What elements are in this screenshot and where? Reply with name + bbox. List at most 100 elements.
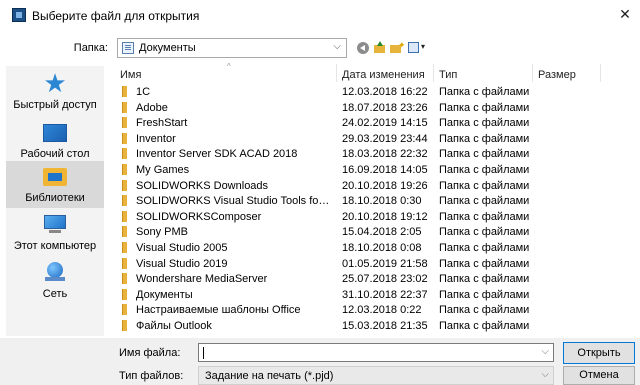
file-type: Папка с файлами (439, 179, 530, 192)
close-button[interactable]: ✕ (610, 0, 640, 30)
new-folder-icon[interactable]: ✦ (390, 40, 406, 54)
list-item[interactable]: Документы 31.10.2018 22:37 Папка с файлами (110, 287, 640, 302)
place-label: Быстрый доступ (13, 99, 97, 111)
back-icon[interactable] (357, 42, 369, 54)
list-item[interactable]: Visual Studio 2019 01.05.2019 21:58 Папка … (110, 256, 640, 271)
file-date: 16.09.2018 14:05 (342, 164, 428, 176)
libraries-icon (43, 168, 67, 186)
star-icon: ★ (43, 68, 67, 98)
list-item[interactable]: Inventor Server SDK ACAD 2018 18.03.2018 … (110, 146, 640, 161)
file-date: 12.03.2018 0:22 (342, 304, 422, 317)
app-icon (12, 8, 26, 22)
file-name: Настраиваемые шаблоны Office (136, 304, 301, 317)
column-header-name[interactable]: Имя (120, 69, 141, 81)
location-value: Документы (139, 42, 196, 54)
up-folder-icon[interactable] (374, 41, 386, 54)
file-date: 29.03.2019 23:44 (342, 132, 428, 145)
folder-icon (122, 132, 127, 144)
place-libraries[interactable]: Библиотеки (6, 161, 104, 208)
place-desktop[interactable]: Рабочий стол (6, 117, 104, 164)
file-type: Папка с файлами (439, 132, 530, 145)
documents-folder-icon (122, 42, 134, 54)
list-item[interactable]: Visual Studio 2005 18.10.2018 0:08 Папка с… (110, 240, 640, 255)
place-quick-access[interactable]: ★ Быстрый доступ (6, 68, 104, 115)
folder-icon (122, 101, 127, 113)
list-item[interactable]: Файлы Outlook 15.03.2018 21:35 Папка с фай… (110, 318, 640, 333)
text-caret (203, 347, 204, 359)
column-divider[interactable] (336, 64, 337, 82)
chevron-down-icon[interactable]: ⌵ (541, 346, 549, 357)
places-sidebar: ★ Быстрый доступ Рабочий стол Библиотеки… (6, 66, 104, 336)
file-type: Папка с файлами (439, 86, 530, 98)
file-date: 20.10.2018 19:26 (342, 179, 428, 192)
file-date: 01.05.2019 21:58 (342, 257, 428, 270)
file-date: 18.10.2018 0:08 (342, 242, 422, 254)
file-type: Папка с файлами (439, 320, 530, 332)
list-item[interactable]: FreshStart 24.02.2019 14:15 Папка с файлам… (110, 115, 640, 130)
location-label: Папка: (73, 42, 108, 54)
column-header-date[interactable]: Дата изменения (342, 69, 425, 81)
column-divider[interactable] (600, 64, 601, 82)
column-divider[interactable] (433, 64, 434, 82)
folder-icon (122, 226, 127, 238)
list-item[interactable]: SOLIDWORKSComposer 20.10.2018 19:12 Папка … (110, 209, 640, 224)
place-this-pc[interactable]: Этот компьютер (6, 209, 104, 256)
dialog-footer: Имя файла: ⌵ Открыть Тип файлов: Задание… (0, 338, 640, 385)
desktop-icon (43, 124, 67, 142)
folder-icon (122, 273, 127, 285)
file-date: 18.03.2018 22:32 (342, 148, 428, 161)
network-icon (43, 262, 67, 282)
filetype-label: Тип файлов: (119, 370, 184, 382)
file-name: Inventor (136, 132, 176, 145)
filename-input[interactable]: ⌵ (198, 343, 554, 362)
open-button[interactable]: Открыть (563, 342, 635, 364)
folder-icon (122, 242, 127, 253)
folder-icon (122, 148, 127, 160)
sort-ascending-icon: ^ (227, 62, 231, 71)
view-menu-icon[interactable]: ▾ (408, 42, 430, 54)
list-item[interactable]: Wondershare MediaServer 25.07.2018 23:02 П… (110, 271, 640, 286)
file-type: Папка с файлами (439, 288, 530, 301)
cancel-button[interactable]: Отмена (563, 366, 635, 385)
list-item[interactable]: SOLIDWORKS Visual Studio Tools for Appli… (110, 193, 640, 208)
file-name: Sony PMB (136, 226, 188, 239)
folder-icon (122, 86, 127, 97)
filetype-select[interactable]: Задание на печать (*.pjd) ⌵ (198, 366, 554, 385)
file-type: Папка с файлами (439, 226, 530, 239)
folder-icon (122, 179, 127, 191)
file-type: Папка с файлами (439, 101, 530, 114)
location-dropdown[interactable]: Документы ⌵ (117, 38, 347, 58)
file-name: SOLIDWORKS Visual Studio Tools for Appli… (136, 195, 333, 208)
list-item[interactable]: 1C 12.03.2018 16:22 Папка с файлами (110, 84, 640, 99)
file-name: Файлы Outlook (136, 320, 212, 332)
folder-icon (122, 257, 127, 269)
folder-icon (122, 210, 127, 222)
folder-icon (122, 195, 127, 207)
file-type: Папка с файлами (439, 164, 530, 176)
column-divider[interactable] (532, 64, 533, 82)
list-item[interactable]: My Games 16.09.2018 14:05 Папка с файлами (110, 162, 640, 177)
file-name: Inventor Server SDK ACAD 2018 (136, 148, 298, 161)
list-item[interactable]: Sony PMB 15.04.2018 2:05 Папка с файлами (110, 224, 640, 239)
file-name: Adobe (136, 101, 168, 114)
file-date: 24.02.2019 14:15 (342, 117, 428, 130)
file-date: 12.03.2018 16:22 (342, 86, 428, 98)
column-header-type[interactable]: Тип (439, 69, 457, 81)
folder-icon (122, 117, 127, 129)
file-name: FreshStart (136, 117, 188, 130)
chevron-down-icon: ⌵ (541, 369, 549, 380)
chevron-down-icon[interactable]: ⌵ (333, 41, 341, 52)
file-date: 15.03.2018 21:35 (342, 320, 428, 332)
list-item[interactable]: Adobe 18.07.2018 23:26 Папка с файлами (110, 100, 640, 115)
list-item[interactable]: Inventor 29.03.2019 23:44 Папка с файлами (110, 131, 640, 146)
file-date: 31.10.2018 22:37 (342, 288, 428, 301)
list-item[interactable]: Настраиваемые шаблоны Office 12.03.2018 0… (110, 302, 640, 317)
computer-icon (43, 215, 67, 233)
file-name: SOLIDWORKS Downloads (136, 179, 269, 192)
place-network[interactable]: Сеть (6, 257, 104, 304)
file-type: Папка с файлами (439, 257, 530, 270)
column-header-size[interactable]: Размер (538, 69, 576, 81)
list-item[interactable]: SOLIDWORKS Downloads 20.10.2018 19:26 Папк… (110, 178, 640, 193)
file-date: 18.10.2018 0:30 (342, 195, 422, 208)
file-date: 25.07.2018 23:02 (342, 273, 428, 286)
